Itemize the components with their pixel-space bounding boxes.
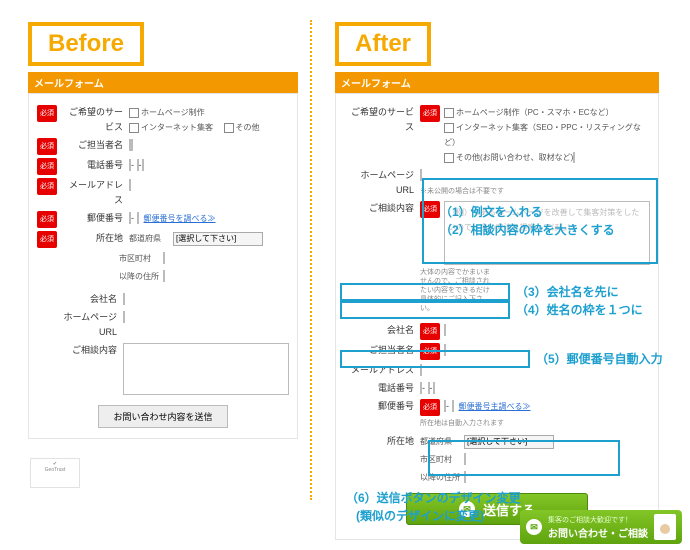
checkbox-option[interactable]: その他(お問い合わせ、取材など) [444,150,575,165]
mail-icon: ✉ [526,519,542,535]
url-input[interactable] [123,311,125,323]
other-input[interactable] [573,152,575,163]
before-heading: Before [28,22,144,66]
required-badge: 必須 [37,178,57,195]
label-inquiry: ご相談内容 [55,343,123,358]
form-title: メールフォーム [335,72,659,93]
label-tel: 電話番号 [61,158,129,173]
tel-input[interactable] [420,382,422,394]
company-input[interactable] [123,293,125,305]
city-input[interactable] [464,453,466,465]
zip-input[interactable] [129,212,131,224]
required-badge: 必須 [420,343,440,360]
after-column: After メールフォーム ご希望のサービス必須 ホームページ制作（PC・スマホ… [335,22,659,540]
rest-input[interactable] [464,471,466,483]
checkbox-option[interactable]: その他 [224,120,260,135]
zip-input[interactable] [452,400,454,412]
annotation: (類似のデザインに変更) [356,508,484,524]
required-badge: 必須 [37,231,57,248]
comparison-stage: Before メールフォーム 必須 ご希望のサービス ホームページ制作 インター… [0,0,690,550]
required-badge: 必須 [420,323,440,340]
mail-input[interactable] [129,179,131,191]
checkbox-option[interactable]: ホームページ制作 [129,105,205,120]
before-column: Before メールフォーム 必須 ご希望のサービス ホームページ制作 インター… [28,22,298,439]
label-url: ホームページURL [55,310,123,340]
checkbox-option[interactable]: インターネット集客（SEO・PPC・リスティングなど） [444,120,642,150]
required-badge: 必須 [420,201,440,218]
ssl-seal: ✔GeoTrust [30,458,80,488]
inquiry-textarea[interactable] [123,343,289,395]
label-zip: 郵便番号 [344,399,420,414]
label-mail: メールアドレス [344,363,420,378]
mail-input[interactable] [420,364,422,376]
required-badge: 必須 [37,158,57,175]
label-name: ご担当者名 [61,138,129,153]
avatar [654,514,676,540]
annotation: （5）郵便番号自動入力 [536,351,663,367]
annotation: （1）例文を入れる [440,204,543,220]
firstname-input[interactable] [131,139,133,151]
company-input[interactable] [444,324,446,336]
name-input[interactable] [444,344,446,356]
label-mail: メールアドレス [61,178,129,208]
label-zip: 郵便番号 [61,211,129,226]
label-company: 会社名 [344,323,420,338]
checkbox-option[interactable]: インターネット集客 [129,120,213,135]
label-address: 所在地 [61,231,129,246]
zip-input[interactable] [444,400,446,412]
tel-input[interactable] [129,159,131,171]
zip-input[interactable] [137,212,139,224]
pref-select[interactable]: [選択して下さい] [173,232,263,246]
label-tel: 電話番号 [344,381,420,396]
label-company: 会社名 [55,292,123,307]
tel-input[interactable] [428,382,430,394]
after-heading: After [335,22,431,66]
zip-lookup-link[interactable]: 郵便番号を調べる≫ [144,214,216,223]
zip-lookup-link[interactable]: 郵便番号主調べる≫ [459,402,531,411]
rest-input[interactable] [163,270,165,282]
label-service: ご希望のサービス [61,105,129,135]
contact-button[interactable]: ✉ 集客のご相談大歓迎です！お問い合わせ・ご相談 [520,510,682,544]
label-name: ご担当者名 [344,343,420,358]
annotation: （4）姓名の枠を１つに [516,302,643,318]
annotation: （2）相談内容の枠を大きくする [440,222,615,238]
submit-button[interactable]: お問い合わせ内容を送信 [98,405,227,428]
form-title: メールフォーム [28,72,298,93]
required-badge: 必須 [37,105,57,122]
tel-input[interactable] [433,382,435,394]
before-form: 必須 ご希望のサービス ホームページ制作 インターネット集客 その他 必須ご担当… [28,93,298,439]
required-badge: 必須 [37,138,57,155]
label-inquiry: ご相談内容 [344,201,420,216]
url-input[interactable] [420,169,422,181]
tel-input[interactable] [137,159,139,171]
required-badge: 必須 [420,399,440,416]
row-service: 必須 ご希望のサービス ホームページ制作 インターネット集客 その他 [37,105,289,135]
annotation: （6）送信ボタンのデザイン変更 [346,490,521,506]
required-badge: 必須 [420,105,440,122]
pref-select[interactable]: [選択して下さい] [464,435,554,449]
checkbox-option[interactable]: ホームページ制作（PC・スマホ・ECなど） [444,105,614,120]
label-service: ご希望のサービス [344,105,420,135]
annotation: （3）会社名を先に [516,284,619,300]
required-badge: 必須 [37,211,57,228]
city-input[interactable] [163,252,165,264]
label-address: 所在地 [344,434,420,449]
label-url: ホームページURL [344,168,420,198]
divider [310,20,312,500]
tel-input[interactable] [142,159,144,171]
